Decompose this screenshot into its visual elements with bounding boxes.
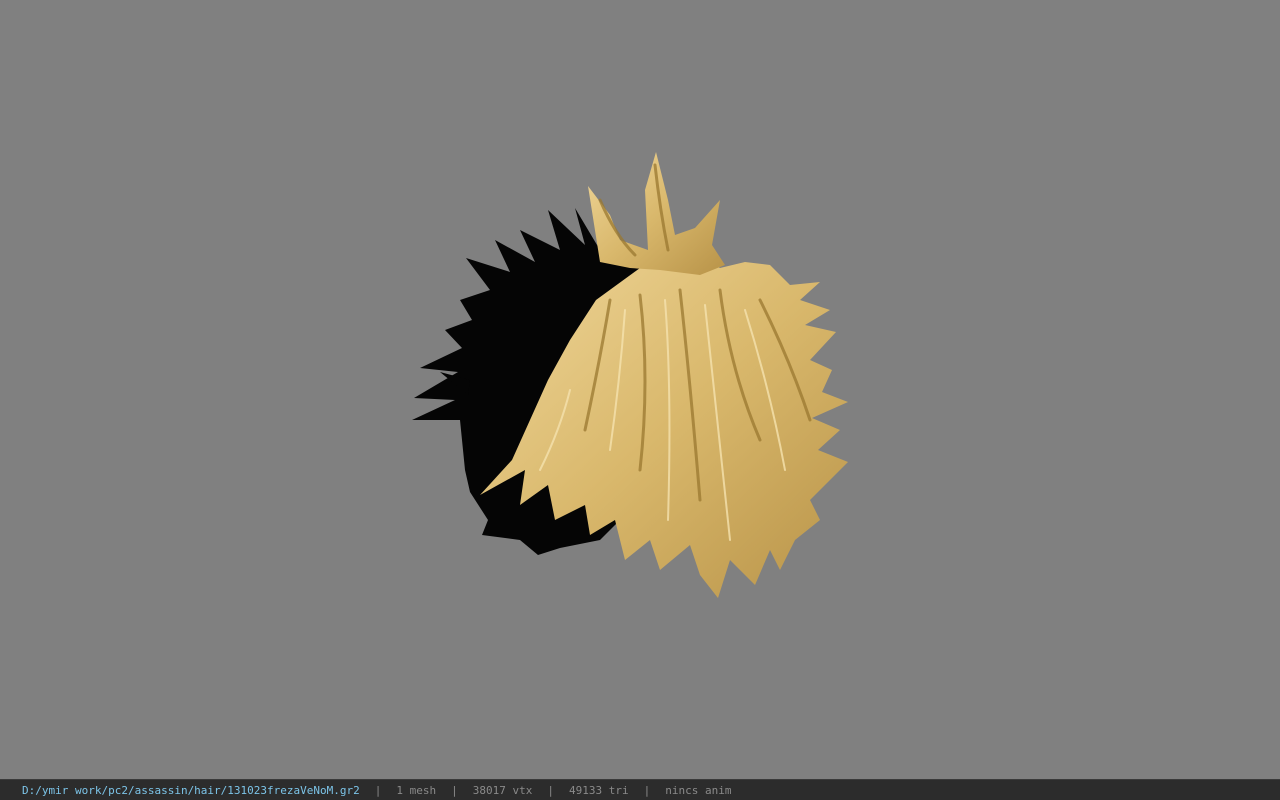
separator: | <box>643 783 651 797</box>
vertex-count: 38017 vtx <box>472 783 533 797</box>
separator: | <box>547 783 554 797</box>
triangle-count: 49133 tri <box>569 783 629 797</box>
file-path: D:/ymir work/pc2/assassin/hair/131023fre… <box>22 783 360 797</box>
3d-viewport[interactable] <box>0 0 1280 779</box>
animation-info: nincs anim <box>665 783 732 797</box>
hair-model-render[interactable] <box>0 0 1280 779</box>
separator: | <box>451 783 458 797</box>
status-bar: D:/ymir work/pc2/assassin/hair/131023fre… <box>0 779 1280 800</box>
mesh-count: 1 mesh <box>396 783 437 797</box>
separator: | <box>374 783 382 797</box>
